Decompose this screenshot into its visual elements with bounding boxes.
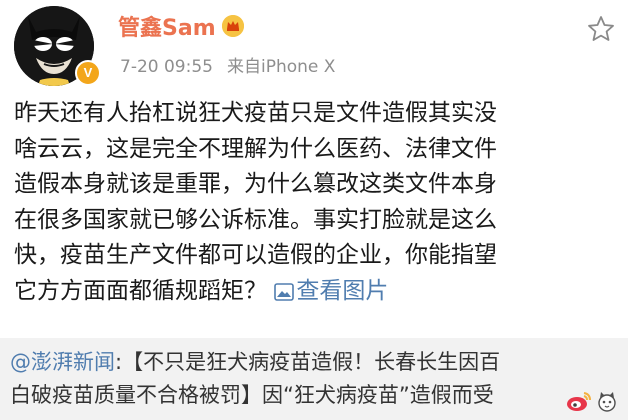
repost-line: @澎湃新闻:【不只是狂犬病疫苗造假！长春长生因百	[10, 346, 610, 379]
username[interactable]: 管鑫Sam	[118, 10, 216, 42]
favorite-button[interactable]	[586, 14, 616, 44]
post-time: 7-20 09:55	[120, 57, 213, 77]
post-line: 啥云云，这是完全不理解为什么医药、法律文件	[14, 135, 497, 162]
cat-icon	[598, 392, 616, 412]
post-line-last: 它方方面面都循规蹈矩？ 查看图片	[14, 274, 620, 310]
repost-mention[interactable]: @澎湃新闻	[10, 350, 115, 374]
repost-line-2: 白破疫苗质量不合格被罚】因“狂犬病疫苗”造假而受	[10, 383, 494, 407]
view-image-label: 查看图片	[296, 277, 389, 304]
image-icon	[274, 282, 295, 301]
post-line: 它方方面面都循规蹈矩？	[14, 277, 267, 304]
post-text: 昨天还有人抬杠说狂犬疫苗只是文件造假其实没 啥云云，这是完全不理解为什么医药、法…	[14, 96, 620, 309]
weibo-logo-icon	[567, 392, 591, 411]
repost-card[interactable]: @澎湃新闻:【不只是狂犬病疫苗造假！长春长生因百 白破疫苗质量不合格被罚】因“狂…	[0, 338, 628, 420]
username-row: 管鑫Sam	[118, 10, 244, 42]
post-line: 在很多国家就已够公诉标准。事实打脸就是这么	[14, 206, 497, 233]
repost-line-1-text: :【不只是狂犬病疫苗造假！长春长生因百	[115, 350, 501, 374]
view-image-link[interactable]: 查看图片	[274, 278, 388, 304]
verified-badge: V	[75, 60, 101, 86]
crown-icon	[221, 15, 244, 37]
post-line: 造假本身就该是重罪，为什么篡改这类文件本身	[14, 171, 497, 197]
weibo-watermark	[566, 386, 624, 416]
star-icon	[588, 16, 614, 41]
post-source[interactable]: 来自iPhone X	[227, 57, 335, 77]
post-line: 快，疫苗生产文件都可以造假的企业，你能指望	[14, 242, 497, 268]
repost-text: @澎湃新闻:【不只是狂犬病疫苗造假！长春长生因百 白破疫苗质量不合格被罚】因“狂…	[10, 346, 610, 412]
post-meta: 7-20 09:55 来自iPhone X	[120, 52, 335, 77]
post-line: 昨天还有人抬杠说狂犬疫苗只是文件造假其实没	[14, 100, 497, 126]
